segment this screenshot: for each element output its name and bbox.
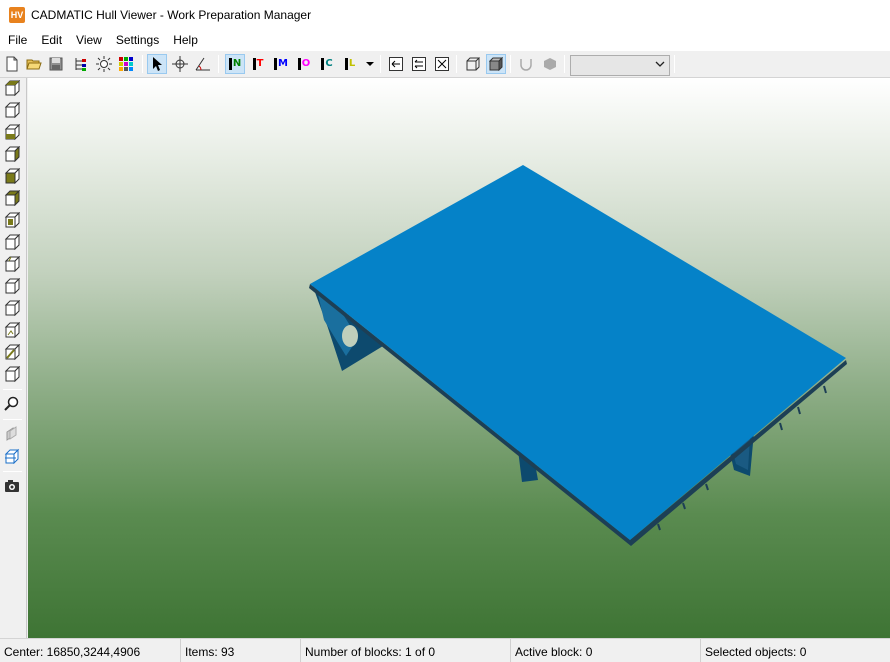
view-custom-icon[interactable] xyxy=(2,364,22,384)
hull-model[interactable] xyxy=(28,78,890,638)
window-title: CADMATIC Hull Viewer - Work Preparation … xyxy=(31,8,312,22)
close-block-icon[interactable] xyxy=(432,54,452,74)
tree-structure-icon[interactable] xyxy=(70,54,90,74)
view-iso-back-right-icon[interactable] xyxy=(2,144,22,164)
camera-icon[interactable] xyxy=(2,476,22,496)
letter-l-toggle-icon[interactable]: L xyxy=(340,54,360,74)
view-starboard-icon[interactable] xyxy=(2,298,22,318)
light-settings-icon[interactable] xyxy=(94,54,114,74)
letter-c-toggle-icon[interactable]: C xyxy=(317,54,337,74)
section-cube-icon[interactable] xyxy=(2,446,22,466)
hull-solid-icon xyxy=(540,54,560,74)
view-right-icon[interactable] xyxy=(2,276,22,296)
status-active-block: Active block: 0 xyxy=(511,639,701,662)
letter-t-toggle-icon[interactable]: T xyxy=(248,54,268,74)
toolbar-separator xyxy=(3,389,22,390)
lightening-hole xyxy=(342,325,358,347)
menu-bar: File Edit View Settings Help xyxy=(0,30,890,50)
view-iso-front-right-icon[interactable] xyxy=(2,100,22,120)
letter-o-toggle-icon[interactable]: O xyxy=(294,54,314,74)
dropdown-arrow-icon[interactable] xyxy=(360,54,380,74)
hull-outline-icon xyxy=(516,54,536,74)
toolbar-separator xyxy=(142,55,143,73)
menu-help[interactable]: Help xyxy=(166,30,205,50)
3d-viewport[interactable] xyxy=(28,78,890,638)
view-select-dropdown[interactable] xyxy=(570,55,670,76)
chevron-down-icon[interactable] xyxy=(655,59,665,72)
toolbar-separator xyxy=(3,419,22,420)
first-block-icon[interactable] xyxy=(386,54,406,74)
app-icon: HV xyxy=(9,7,25,23)
select-arrow-icon[interactable] xyxy=(147,54,167,74)
menu-settings[interactable]: Settings xyxy=(109,30,166,50)
status-selected-objects: Selected objects: 0 xyxy=(705,645,807,659)
menu-view[interactable]: View xyxy=(69,30,109,50)
menu-file[interactable]: File xyxy=(0,30,34,50)
main-toolbar: N T M O C L xyxy=(0,50,890,78)
menu-edit[interactable]: Edit xyxy=(34,30,69,50)
previous-block-icon[interactable] xyxy=(409,54,429,74)
measure-angle-icon[interactable] xyxy=(193,54,213,74)
save-icon[interactable] xyxy=(46,54,66,74)
view-portside-icon[interactable] xyxy=(2,320,22,340)
open-folder-icon[interactable] xyxy=(24,54,44,74)
toolbar-separator xyxy=(564,55,565,73)
clip-plane-icon xyxy=(2,424,22,444)
toolbar-separator xyxy=(3,471,22,472)
view-iso-back-left-icon[interactable] xyxy=(2,122,22,142)
zoom-magnifier-icon[interactable] xyxy=(2,394,22,414)
view-left-icon[interactable] xyxy=(2,254,22,274)
view-iso-front-left-icon[interactable] xyxy=(2,78,22,98)
toolbar-separator xyxy=(456,55,457,73)
color-palette-icon[interactable] xyxy=(116,54,136,74)
title-bar: HV CADMATIC Hull Viewer - Work Preparati… xyxy=(0,0,890,30)
view-front-icon[interactable] xyxy=(2,210,22,230)
status-center-coordinates: Center: 16850,3244,4906 xyxy=(0,639,181,662)
toolbar-separator xyxy=(510,55,511,73)
shaded-cube-icon[interactable] xyxy=(486,54,506,74)
toolbar-separator xyxy=(674,55,675,73)
letter-n-toggle-icon[interactable]: N xyxy=(225,54,245,74)
status-bar: Center: 16850,3244,4906 Items: 93 Number… xyxy=(0,638,890,662)
view-bottom-icon[interactable] xyxy=(2,188,22,208)
view-top-icon[interactable] xyxy=(2,166,22,186)
view-back-icon[interactable] xyxy=(2,232,22,252)
status-item-count: Items: 93 xyxy=(181,639,301,662)
crosshair-icon[interactable] xyxy=(170,54,190,74)
view-toolbar xyxy=(0,78,27,638)
status-block-count: Number of blocks: 1 of 0 xyxy=(301,639,511,662)
wireframe-cube-icon[interactable] xyxy=(463,54,483,74)
view-section-icon[interactable] xyxy=(2,342,22,362)
toolbar-separator xyxy=(380,55,381,73)
new-file-icon[interactable] xyxy=(2,54,22,74)
letter-m-toggle-icon[interactable]: M xyxy=(271,54,291,74)
toolbar-separator xyxy=(218,55,219,73)
